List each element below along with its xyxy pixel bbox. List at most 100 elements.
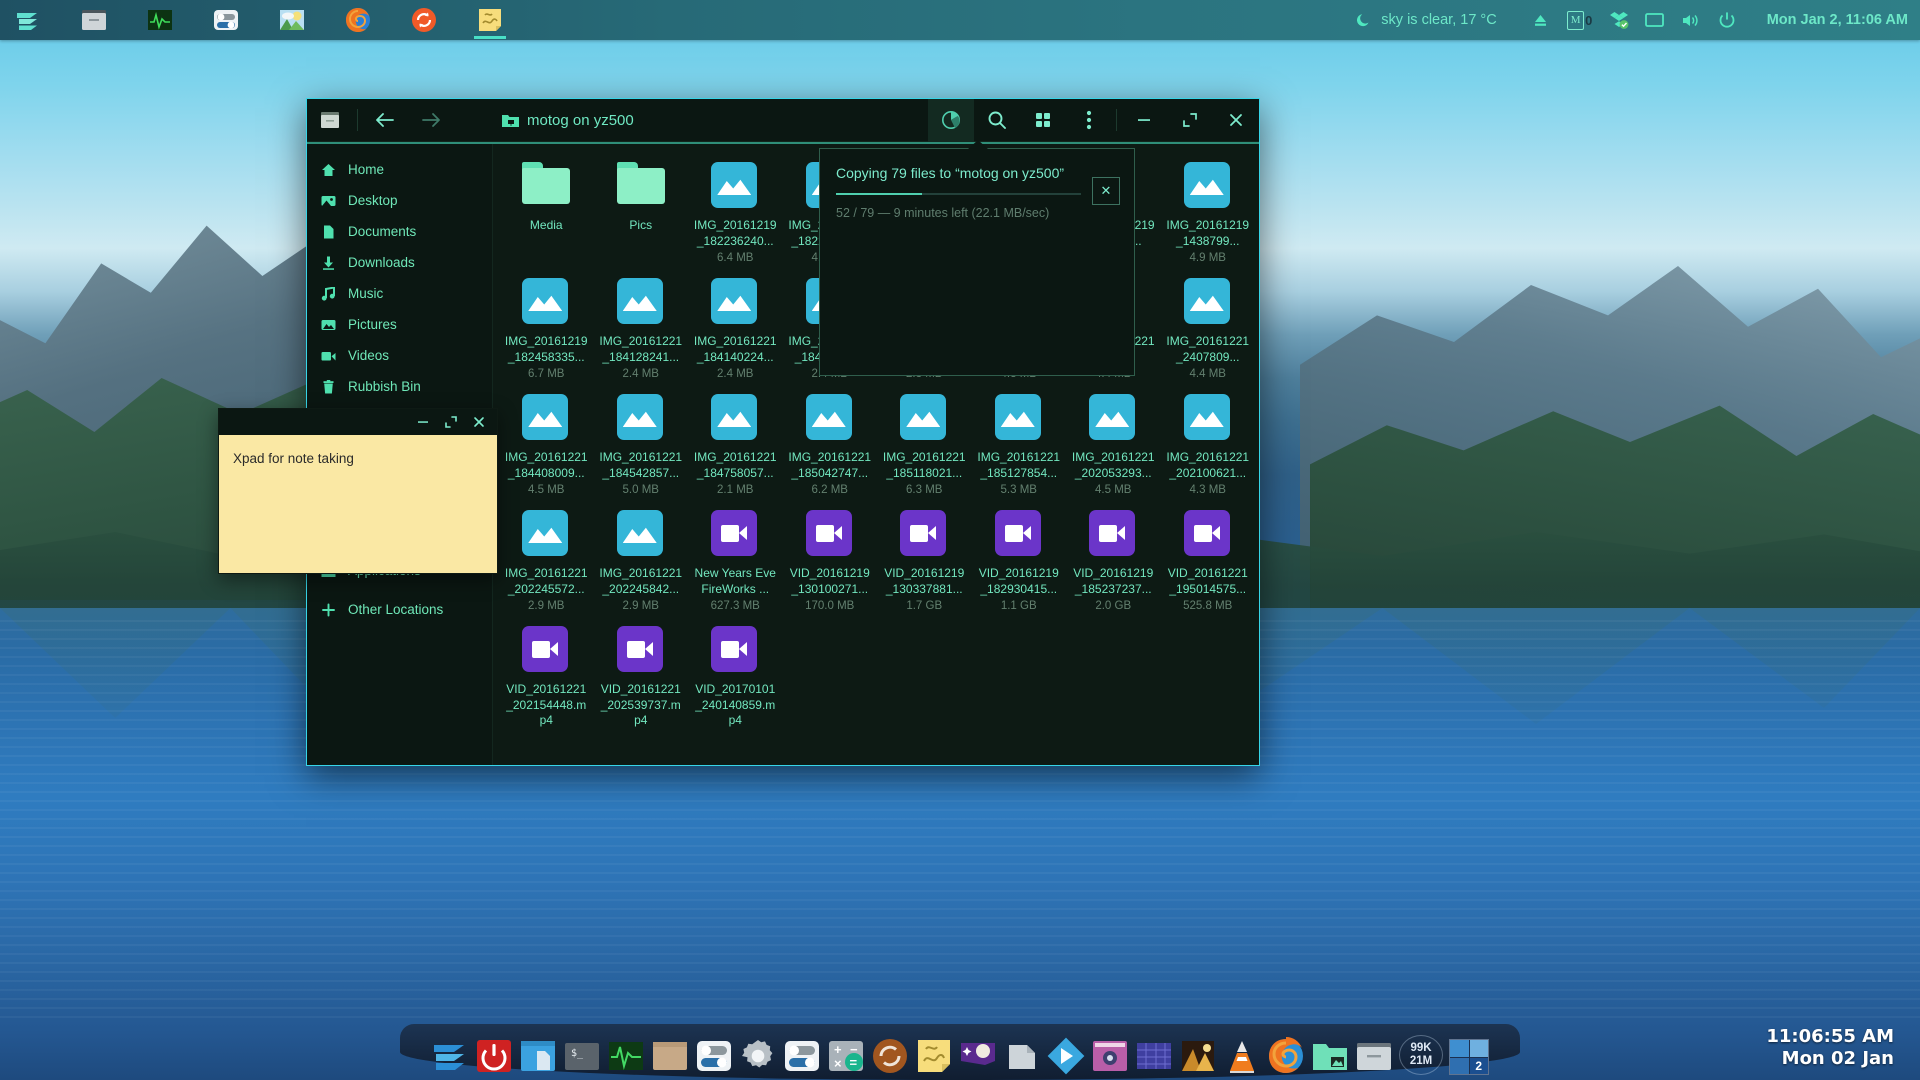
workspace-switcher[interactable]: 2	[1449, 1039, 1489, 1075]
file-item[interactable]: IMG_20161221_202053293...4.5 MB	[1066, 384, 1161, 500]
sidebar-item-videos[interactable]: Videos	[307, 340, 492, 371]
file-item[interactable]: IMG_20161219_182458335...6.7 MB	[499, 268, 594, 384]
file-item[interactable]: IMG_20161221_202245842...2.9 MB	[594, 500, 689, 616]
file-item[interactable]: IMG_20161221_184408009...4.5 MB	[499, 384, 594, 500]
transfer-progress-icon[interactable]	[928, 99, 974, 142]
xpad-icon[interactable]	[470, 1, 510, 39]
file-item[interactable]: IMG_20161221_185118021...6.3 MB	[877, 384, 972, 500]
new-tab-icon[interactable]	[307, 99, 353, 142]
xpad-close-button[interactable]	[467, 410, 491, 434]
volume-icon[interactable]	[1673, 1, 1709, 39]
file-item[interactable]: IMG_20161221_184128241...2.4 MB	[594, 268, 689, 384]
display-icon[interactable]	[1637, 1, 1673, 39]
dropbox-icon[interactable]	[1601, 1, 1637, 39]
sidebar-item-music[interactable]: Music	[307, 278, 492, 309]
copy-cancel-button[interactable]: ✕	[1092, 177, 1120, 205]
video-editor-icon[interactable]	[1091, 1037, 1129, 1075]
photo-icon[interactable]	[1179, 1037, 1217, 1075]
update-icon[interactable]	[871, 1037, 909, 1075]
eject-icon[interactable]	[1523, 1, 1559, 39]
breadcrumb[interactable]: motog on yz500	[502, 112, 634, 129]
minimize-button[interactable]	[1121, 99, 1167, 142]
firefox-icon[interactable]	[338, 1, 378, 39]
xpad-note-body[interactable]: Xpad for note taking	[219, 435, 497, 573]
file-item[interactable]: IMG_20161221_184140224...2.4 MB	[688, 268, 783, 384]
file-item[interactable]: IMG_20161221_202245572...2.9 MB	[499, 500, 594, 616]
vlc-icon[interactable]	[1223, 1037, 1261, 1075]
files-icon[interactable]	[74, 1, 114, 39]
sidebar-item-documents[interactable]: Documents	[307, 216, 492, 247]
kodi-icon[interactable]	[1047, 1037, 1085, 1075]
text-editor-icon[interactable]	[1003, 1037, 1041, 1075]
file-item[interactable]: VID_20161219_130100271...170.0 MB	[783, 500, 878, 616]
xpad-icon[interactable]	[915, 1037, 953, 1075]
search-icon[interactable]	[974, 99, 1020, 142]
zorin-menu-icon[interactable]	[431, 1037, 469, 1075]
image-viewer-icon[interactable]	[272, 1, 312, 39]
file-manager-header: motog on yz500	[307, 99, 1259, 142]
settings-icon[interactable]	[206, 1, 246, 39]
file-item[interactable]: IMG_20161221_202100621...4.3 MB	[1161, 384, 1256, 500]
mail-indicator-icon[interactable]: M 0	[1559, 1, 1601, 39]
xpad-maximize-button[interactable]	[439, 410, 463, 434]
file-item[interactable]: VID_20161221_202539737.mp4	[594, 616, 689, 733]
firefox-icon[interactable]	[1267, 1037, 1305, 1075]
menu-dots-icon[interactable]	[1066, 99, 1112, 142]
sidebar-item-pictures[interactable]: Pictures	[307, 309, 492, 340]
file-browser-icon[interactable]	[519, 1037, 557, 1075]
file-item[interactable]: IMG_20161221_185042747...6.2 MB	[783, 384, 878, 500]
gear-icon[interactable]	[739, 1037, 777, 1075]
image-file-icon	[995, 394, 1041, 440]
xpad-minimize-button[interactable]	[411, 410, 435, 434]
zorin-menu-icon[interactable]	[8, 1, 48, 39]
view-grid-icon[interactable]	[1020, 99, 1066, 142]
pictures-folder-icon[interactable]	[1311, 1037, 1349, 1075]
shutdown-icon[interactable]	[475, 1037, 513, 1075]
video-file-icon	[617, 626, 663, 672]
sidebar-item-downloads[interactable]: Downloads	[307, 247, 492, 278]
sidebar-item-rubbish-bin[interactable]: Rubbish Bin	[307, 371, 492, 402]
preferences-icon[interactable]	[783, 1037, 821, 1075]
sidebar-item-desktop[interactable]: Desktop	[307, 185, 492, 216]
file-item[interactable]: Pics	[594, 152, 689, 268]
back-button[interactable]	[362, 99, 408, 142]
archive-manager-icon[interactable]	[651, 1037, 689, 1075]
spreadsheet-icon[interactable]	[1135, 1037, 1173, 1075]
file-item[interactable]: IMG_20161219_182236240...6.4 MB	[688, 152, 783, 268]
file-item[interactable]: IMG_20161221_2407809...4.4 MB	[1161, 268, 1256, 384]
file-item[interactable]: VID_20170101_240140859.mp4	[688, 616, 783, 733]
sidebar-label: Home	[348, 162, 384, 177]
system-monitor-icon[interactable]	[607, 1037, 645, 1075]
file-item[interactable]: New Years Eve FireWorks ...627.3 MB	[688, 500, 783, 616]
file-item[interactable]: VID_20161221_202154448.mp4	[499, 616, 594, 733]
file-size: 2.1 MB	[717, 484, 753, 496]
file-item[interactable]: VID_20161219_182930415...1.1 GB	[972, 500, 1067, 616]
files-folder-icon[interactable]	[1355, 1037, 1393, 1075]
file-item[interactable]: VID_20161219_185237237...2.0 GB	[1066, 500, 1161, 616]
file-item[interactable]: IMG_20161221_185127854...5.3 MB	[972, 384, 1067, 500]
power-icon[interactable]	[1709, 1, 1745, 39]
forward-button[interactable]	[408, 99, 454, 142]
maximize-button[interactable]	[1167, 99, 1213, 142]
file-item[interactable]: VID_20161221_195014575...525.8 MB	[1161, 500, 1256, 616]
file-item[interactable]: IMG_20161221_184542857...5.0 MB	[594, 384, 689, 500]
network-monitor-icon[interactable]: 99K 21M	[1399, 1035, 1443, 1075]
sidebar-item-home[interactable]: Home	[307, 154, 492, 185]
settings-toggle-icon[interactable]	[695, 1037, 733, 1075]
copy-progress-bar	[836, 193, 1081, 195]
file-item[interactable]: IMG_20161221_184758057...2.1 MB	[688, 384, 783, 500]
close-button[interactable]	[1213, 99, 1259, 142]
update-icon[interactable]	[404, 1, 444, 39]
terminal-icon[interactable]: $_	[563, 1037, 601, 1075]
top-panel-clock[interactable]: Mon Jan 2, 11:06 AM	[1767, 12, 1908, 28]
dock-clock[interactable]: 11:06:55 AM Mon 02 Jan	[1766, 1026, 1894, 1070]
file-item[interactable]: Media	[499, 152, 594, 268]
calculator-icon[interactable]: + − × =	[827, 1037, 865, 1075]
stellarium-icon[interactable]	[959, 1037, 997, 1075]
weather-indicator[interactable]: sky is clear, 17 °C	[1356, 12, 1496, 28]
sidebar-item-other-locations[interactable]: Other Locations	[307, 594, 492, 625]
file-item[interactable]: IMG_20161219_1438799...4.9 MB	[1161, 152, 1256, 268]
system-monitor-icon[interactable]	[140, 1, 180, 39]
file-item[interactable]: VID_20161219_130337881...1.7 GB	[877, 500, 972, 616]
file-size: 4.3 MB	[1190, 484, 1226, 496]
